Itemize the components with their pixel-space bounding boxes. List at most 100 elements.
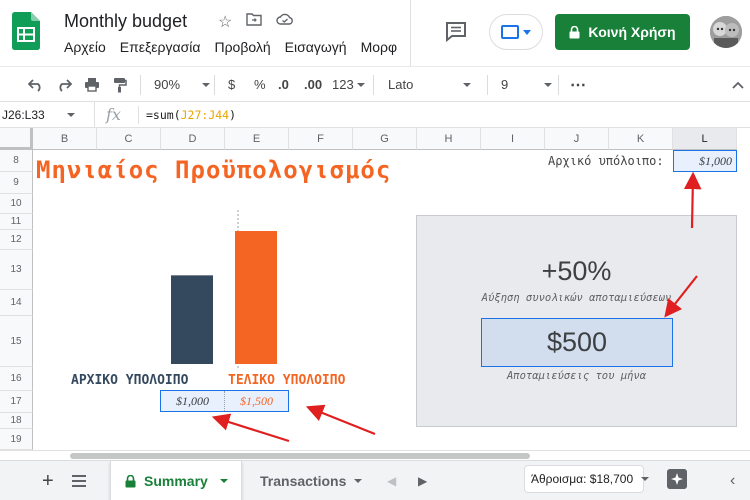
chevron-down-icon <box>354 479 363 483</box>
horizontal-scrollbar[interactable] <box>0 450 750 460</box>
tab-summary[interactable]: Summary <box>110 461 242 500</box>
sum-summary-select[interactable]: Άθροισμα: $18,700 <box>524 465 650 493</box>
paint-format-icon[interactable] <box>113 67 127 102</box>
chevron-down-icon <box>523 29 531 35</box>
row-header-14[interactable]: 14 <box>0 290 33 316</box>
sum-summary-label: Άθροισμα: $18,700 <box>531 472 634 486</box>
monthly-savings-value[interactable]: $500 <box>481 318 673 367</box>
all-sheets-icon[interactable] <box>72 461 86 500</box>
column-header-f[interactable]: F <box>289 128 353 150</box>
collapse-toolbar-icon[interactable] <box>732 67 744 102</box>
font-family-value: Lato <box>388 77 414 92</box>
formula-input[interactable]: =sum(J27:J44) <box>146 108 236 122</box>
row-header-18[interactable]: 18 <box>0 413 33 429</box>
formula-range-ref: J27:J44 <box>180 108 230 122</box>
formula-divider <box>138 106 139 124</box>
share-label: Κοινή Χρήση <box>588 24 676 40</box>
present-icon <box>501 25 519 39</box>
font-family-select[interactable]: Lato <box>388 67 472 102</box>
row-header-16[interactable]: 16 <box>0 367 33 391</box>
formula-bar: J26:L33 fx =sum(J27:J44) <box>0 102 750 128</box>
column-header-b[interactable]: B <box>33 128 97 150</box>
formula-prefix: =sum( <box>146 108 181 122</box>
row-header-9[interactable]: 9 <box>0 172 33 194</box>
tab-transactions-label: Transactions <box>260 473 347 489</box>
start-balance-label: ΑΡΧΙΚΟ ΥΠΟΛΟΙΠΟ <box>71 373 189 388</box>
chevron-down-icon <box>544 82 553 87</box>
menu-bar: Αρχείο Επεξεργασία Προβολή Εισαγωγή Μορφ <box>64 39 397 55</box>
monthly-savings-label: Αποταμιεύσεις του μήνα <box>506 370 647 382</box>
zoom-select[interactable]: 90% <box>154 67 211 102</box>
column-header-h[interactable]: H <box>417 128 481 150</box>
column-header-l[interactable]: L <box>673 128 737 150</box>
row-header-8[interactable]: 8 <box>0 150 33 172</box>
menu-edit[interactable]: Επεξεργασία <box>120 39 201 55</box>
scroll-tabs-left-icon[interactable]: ◀ <box>387 461 396 500</box>
column-header-j[interactable]: J <box>545 128 609 150</box>
tab-transactions[interactable]: Transactions <box>260 461 363 500</box>
name-box[interactable]: J26:L33 <box>0 102 95 128</box>
initial-balance-cell[interactable]: $1,000 <box>673 150 737 172</box>
format-percent-button[interactable]: % <box>254 67 266 102</box>
column-header-e[interactable]: E <box>225 128 289 150</box>
column-header-d[interactable]: D <box>161 128 225 150</box>
user-avatar[interactable] <box>710 16 742 48</box>
balance-bar-chart[interactable] <box>50 210 400 370</box>
menu-file[interactable]: Αρχείο <box>64 39 106 55</box>
more-formats-select[interactable]: 123 <box>332 67 365 102</box>
scroll-tabs-right-icon[interactable]: ▶ <box>418 461 427 500</box>
document-title[interactable]: Monthly budget <box>64 11 187 32</box>
format-currency-button[interactable]: $ <box>228 67 235 102</box>
name-box-value: J26:L33 <box>2 108 45 122</box>
chart-bar-start-balance[interactable] <box>171 275 213 364</box>
explore-icon[interactable] <box>667 469 687 489</box>
add-sheet-icon[interactable]: + <box>42 461 54 500</box>
menu-view[interactable]: Προβολή <box>214 39 270 55</box>
app-header: Monthly budget ☆ Αρχείο Επεξεργασία Προβ… <box>0 0 750 66</box>
side-panel-toggle-icon[interactable]: ‹ <box>730 461 735 500</box>
row-header-15[interactable]: 15 <box>0 316 33 367</box>
more-options-button[interactable]: ⋯ <box>570 67 586 102</box>
row-header-12[interactable]: 12 <box>0 230 33 250</box>
chevron-down-icon <box>641 477 650 481</box>
savings-increase-label: Αύξηση συνολικών αποταμιεύσεων <box>481 292 672 304</box>
row-header-13[interactable]: 13 <box>0 250 33 290</box>
menu-format[interactable]: Μορφ <box>361 39 398 55</box>
comment-history-icon[interactable] <box>444 20 468 42</box>
lock-icon <box>569 25 580 38</box>
toolbar-divider <box>558 75 559 95</box>
lock-icon <box>125 474 136 487</box>
move-folder-icon[interactable] <box>246 12 263 26</box>
print-icon[interactable] <box>84 67 100 102</box>
column-header-k[interactable]: K <box>609 128 673 150</box>
toolbar-divider <box>140 75 141 95</box>
scrollbar-thumb[interactable] <box>70 453 530 459</box>
star-icon[interactable]: ☆ <box>218 12 232 32</box>
undo-icon[interactable] <box>28 67 44 102</box>
cloud-status-icon[interactable] <box>276 12 294 26</box>
end-balance-label: ΤΕΛΙΚΟ ΥΠΟΛΟΙΠΟ <box>228 373 346 388</box>
row-header-11[interactable]: 11 <box>0 214 33 230</box>
redo-icon[interactable] <box>56 67 72 102</box>
row-header-17[interactable]: 17 <box>0 391 33 413</box>
sheets-logo-icon[interactable] <box>12 12 40 50</box>
select-all-corner[interactable] <box>0 128 33 150</box>
row-header-10[interactable]: 10 <box>0 194 33 214</box>
end-balance-value: $1,500 <box>240 393 273 408</box>
font-size-select[interactable]: 9 <box>501 67 553 102</box>
row-header-19[interactable]: 19 <box>0 429 33 450</box>
chevron-down-icon <box>463 82 472 87</box>
menu-insert[interactable]: Εισαγωγή <box>285 39 347 55</box>
column-header-g[interactable]: G <box>353 128 417 150</box>
chart-bar-end-balance[interactable] <box>235 231 277 364</box>
more-formats-label: 123 <box>332 77 354 92</box>
formula-suffix: ) <box>229 108 237 122</box>
savings-increase-percent: +50% <box>541 256 612 286</box>
column-header-i[interactable]: I <box>481 128 545 150</box>
present-button[interactable] <box>489 14 543 50</box>
column-header-c[interactable]: C <box>97 128 161 150</box>
decrease-decimal-button[interactable]: .0 <box>278 67 289 102</box>
increase-decimal-button[interactable]: .00 <box>304 67 322 102</box>
share-button[interactable]: Κοινή Χρήση <box>555 14 690 50</box>
balance-values-cells[interactable]: $1,000 $1,500 <box>160 390 289 412</box>
